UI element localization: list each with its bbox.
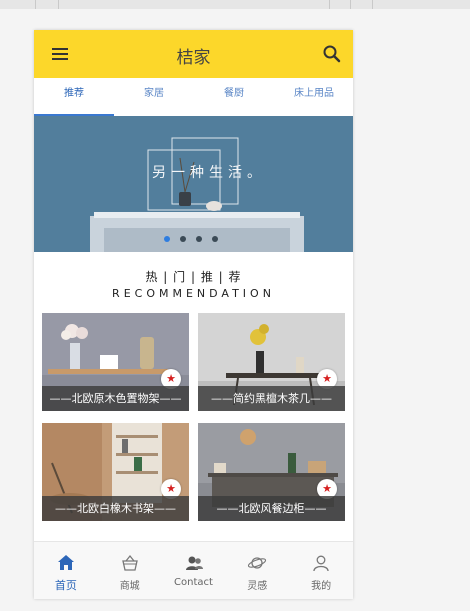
bottom-navigation: 首页 商城 Contact 灵感 我的 [34,541,353,599]
tab-kitchen[interactable]: 餐厨 [194,78,274,116]
banner-slogan: 另一种生活。 [152,165,266,181]
tab-home[interactable]: 家居 [114,78,194,116]
user-icon [311,553,331,573]
product-card[interactable]: ★ ——北欧风餐边柜—— [198,423,345,521]
section-title-en: RECOMMENDATION [112,287,275,300]
product-name: ——北欧白橡木书架—— [42,496,189,521]
product-card[interactable]: ★ ——北欧白橡木书架—— [42,423,189,521]
tab-recommend[interactable]: 推荐 [34,78,114,116]
banner-dot-1[interactable] [164,236,170,242]
product-name: ——北欧风餐边柜—— [198,496,345,521]
nav-home[interactable]: 首页 [34,542,98,599]
search-icon[interactable] [321,43,343,65]
product-card[interactable]: ★ ——简约黑檀木茶几—— [198,313,345,411]
banner-image [34,116,353,252]
section-heading: 热 | 门 | 推 | 荐 RECOMMENDATION [34,268,353,300]
product-name: ——简约黑檀木茶几—— [198,386,345,411]
planet-icon [247,553,267,573]
category-tabs: 推荐 家居 餐厨 床上用品 [34,78,353,116]
nav-contact[interactable]: Contact [162,542,226,599]
hero-banner[interactable]: 另一种生活。 [34,116,353,252]
product-card[interactable]: ★ ——北欧原木色置物架—— [42,313,189,411]
nav-mall[interactable]: 商城 [98,542,162,599]
nav-mall-label: 商城 [119,581,140,592]
nav-profile-label: 我的 [311,581,332,592]
nav-inspiration[interactable]: 灵感 [225,542,289,599]
app-title: 桔家 [176,48,211,68]
nav-home-label: 首页 [54,579,77,592]
nav-profile[interactable]: 我的 [289,542,353,599]
contacts-icon [184,553,204,573]
browser-top-strip [0,0,470,9]
banner-dot-3[interactable] [196,236,202,242]
basket-icon [120,553,140,573]
home-icon [56,553,76,573]
section-title-cn: 热 | 门 | 推 | 荐 [145,270,242,284]
app-bar: 桔家 [34,30,353,78]
banner-dot-2[interactable] [180,236,186,242]
menu-icon[interactable] [50,44,70,64]
banner-dot-4[interactable] [212,236,218,242]
phone-frame: 桔家 推荐 家居 餐厨 床上用品 另一种生活。 热 | 门 | 推 | 荐 RE… [34,30,353,599]
nav-inspiration-label: 灵感 [247,581,268,592]
nav-contact-label: Contact [174,577,213,588]
tab-bedding[interactable]: 床上用品 [274,78,353,116]
product-name: ——北欧原木色置物架—— [42,386,189,411]
